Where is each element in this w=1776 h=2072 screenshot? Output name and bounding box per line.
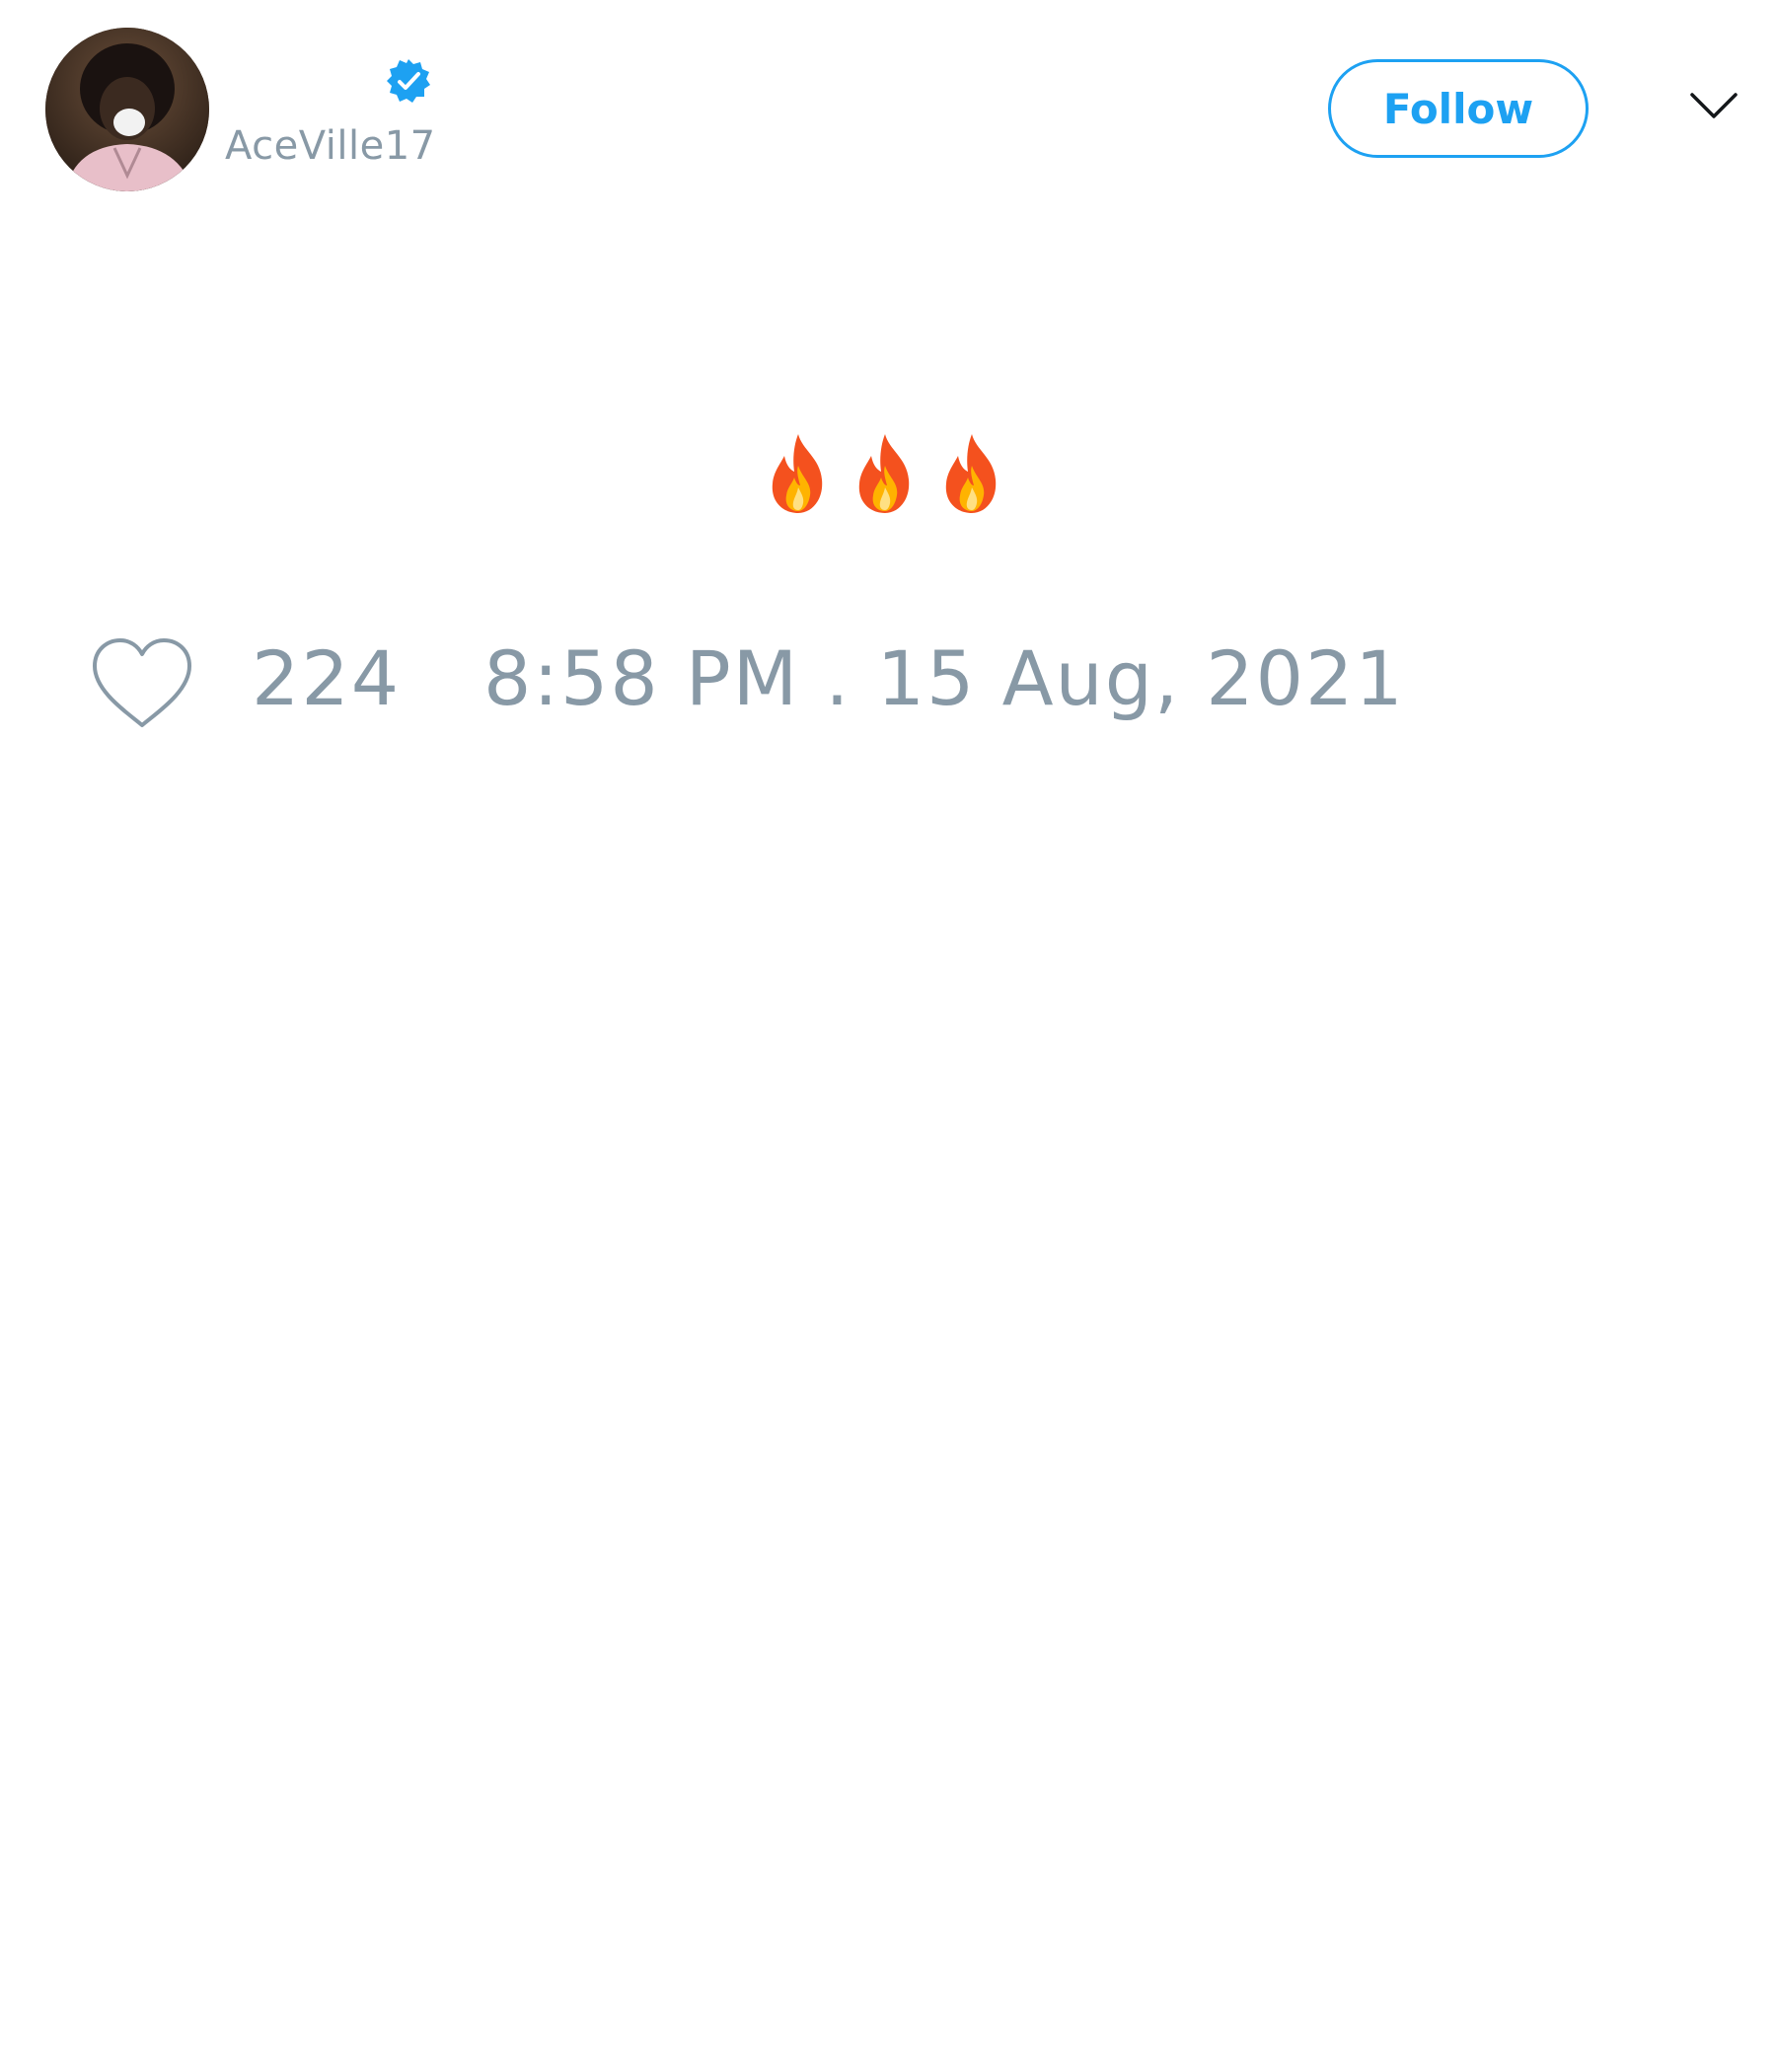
avatar[interactable] — [45, 28, 209, 191]
verified-badge-icon — [387, 59, 430, 103]
like-count: 224 — [252, 634, 402, 722]
fire-emoji — [945, 434, 997, 513]
heart-outline-icon[interactable] — [89, 636, 195, 731]
tweet-timestamp[interactable]: 8:58 PM . 15 Aug, 2021 — [483, 641, 1405, 716]
chevron-down-icon[interactable] — [1689, 89, 1739, 124]
tweet-emoji-row — [759, 432, 1011, 515]
tweet-card: AceVille17 Follow 224 8:58 PM . 15 Aug, … — [0, 0, 1776, 2072]
fire-emoji — [858, 434, 910, 513]
fire-emoji — [772, 434, 823, 513]
tweet-text — [0, 432, 1776, 532]
user-handle[interactable]: AceVille17 — [225, 126, 436, 166]
avatar-image — [45, 28, 209, 191]
follow-button[interactable]: Follow — [1328, 59, 1589, 158]
